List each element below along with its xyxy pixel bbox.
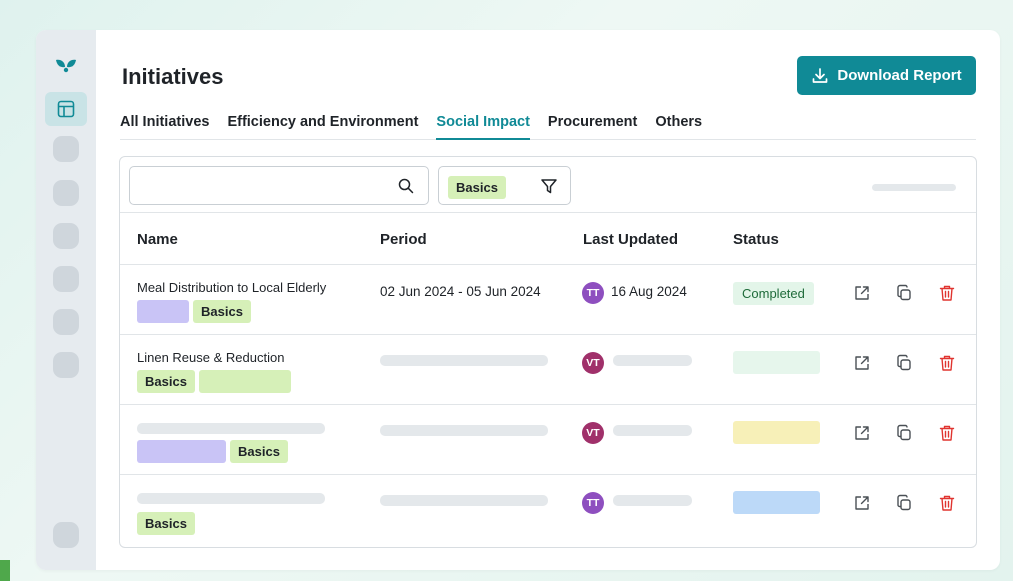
period-placeholder — [380, 425, 548, 436]
sidebar-item-placeholder[interactable] — [53, 266, 79, 292]
sidebar-item-initiatives[interactable] — [45, 92, 87, 126]
column-header-period: Period — [380, 231, 427, 248]
tag-basics: Basics — [137, 370, 195, 393]
copy-icon — [897, 424, 911, 441]
tag-list: Basics — [137, 370, 291, 393]
trash-icon — [939, 425, 955, 441]
search-box — [129, 166, 429, 205]
column-header-last-updated: Last Updated — [583, 231, 679, 248]
download-report-label: Download Report — [837, 67, 962, 84]
tag-placeholder — [137, 300, 189, 323]
period-value: 02 Jun 2024 - 05 Jun 2024 — [380, 284, 541, 299]
main-content: Initiatives Download Report All Initiati… — [96, 30, 1000, 570]
tag-placeholder — [198, 370, 291, 393]
delete-button[interactable] — [936, 422, 958, 444]
tag-basics: Basics — [137, 512, 195, 535]
sidebar-item-placeholder[interactable] — [53, 180, 79, 206]
last-updated-placeholder — [613, 495, 692, 506]
filter-chip: Basics — [448, 176, 506, 199]
external-link-icon — [855, 356, 869, 370]
tab-procurement[interactable]: Procurement — [548, 108, 637, 139]
tag-basics: Basics — [193, 300, 251, 323]
copy-icon — [897, 494, 911, 511]
open-button[interactable] — [851, 352, 873, 374]
trash-icon — [939, 285, 955, 301]
initiative-name: Meal Distribution to Local Elderly — [137, 280, 327, 295]
table-row[interactable]: Basics TT — [120, 475, 976, 545]
status-placeholder — [733, 491, 820, 514]
table-row[interactable]: Basics VT — [120, 405, 976, 475]
copy-icon — [897, 354, 911, 371]
status-placeholder — [733, 351, 820, 374]
sidebar-user-placeholder[interactable] — [53, 522, 79, 548]
duplicate-button[interactable] — [893, 492, 915, 514]
filter-icon — [541, 179, 557, 194]
trash-icon — [939, 495, 955, 511]
name-placeholder — [137, 493, 325, 504]
external-link-icon — [855, 426, 869, 440]
sidebar-item-placeholder[interactable] — [53, 223, 79, 249]
open-button[interactable] — [851, 422, 873, 444]
sidebar-item-placeholder[interactable] — [53, 136, 79, 162]
toolbar-placeholder-bar — [872, 184, 956, 191]
last-updated-placeholder — [613, 425, 692, 436]
external-link-icon — [855, 496, 869, 510]
avatar: TT — [582, 492, 604, 514]
initiative-tabs: All Initiatives Efficiency and Environme… — [120, 108, 976, 140]
app-window: Initiatives Download Report All Initiati… — [36, 30, 1000, 570]
sidebar — [36, 30, 96, 570]
search-input[interactable] — [130, 167, 380, 204]
leaf-logo-icon — [56, 59, 76, 73]
external-link-icon — [855, 286, 869, 300]
duplicate-button[interactable] — [893, 352, 915, 374]
tab-social-impact[interactable]: Social Impact — [436, 108, 530, 140]
last-updated-value: 16 Aug 2024 — [611, 284, 687, 299]
search-icon[interactable] — [398, 178, 414, 194]
name-placeholder — [137, 423, 325, 434]
last-updated-placeholder — [613, 355, 692, 366]
filter-dropdown[interactable]: Basics — [438, 166, 571, 205]
tag-list: Basics — [137, 300, 251, 323]
delete-button[interactable] — [936, 492, 958, 514]
tab-efficiency-and-environment[interactable]: Efficiency and Environment — [227, 108, 418, 139]
sidebar-item-placeholder[interactable] — [53, 309, 79, 335]
delete-button[interactable] — [936, 282, 958, 304]
download-icon — [813, 67, 828, 83]
duplicate-button[interactable] — [893, 422, 915, 444]
open-button[interactable] — [851, 492, 873, 514]
table-grid-icon — [57, 100, 75, 118]
tag-placeholder — [137, 440, 226, 463]
tag-list: Basics — [137, 440, 288, 463]
column-header-status: Status — [733, 231, 779, 248]
table-header: Name Period Last Updated Status — [120, 214, 976, 265]
period-placeholder — [380, 355, 548, 366]
copy-icon — [897, 284, 911, 301]
avatar: VT — [582, 422, 604, 444]
avatar: VT — [582, 352, 604, 374]
duplicate-button[interactable] — [893, 282, 915, 304]
page-title: Initiatives — [122, 64, 224, 89]
initiative-name: Linen Reuse & Reduction — [137, 350, 285, 365]
download-report-button[interactable]: Download Report — [797, 56, 976, 95]
delete-button[interactable] — [936, 352, 958, 374]
initiatives-table-card: Basics Name Period Last Updated Status M… — [119, 156, 977, 548]
status-placeholder — [733, 421, 820, 444]
tag-list: Basics — [137, 512, 195, 535]
trash-icon — [939, 355, 955, 371]
tag-basics: Basics — [230, 440, 288, 463]
tab-all-initiatives[interactable]: All Initiatives — [120, 108, 209, 139]
status-badge: Completed — [733, 282, 814, 305]
tab-others[interactable]: Others — [655, 108, 702, 139]
corner-accent — [0, 560, 10, 581]
avatar: TT — [582, 282, 604, 304]
open-button[interactable] — [851, 282, 873, 304]
table-row[interactable]: Meal Distribution to Local Elderly Basic… — [120, 265, 976, 335]
table-toolbar: Basics — [120, 157, 976, 213]
period-placeholder — [380, 495, 548, 506]
column-header-name: Name — [137, 231, 178, 248]
table-row[interactable]: Linen Reuse & Reduction Basics VT — [120, 335, 976, 405]
sidebar-item-placeholder[interactable] — [53, 352, 79, 378]
